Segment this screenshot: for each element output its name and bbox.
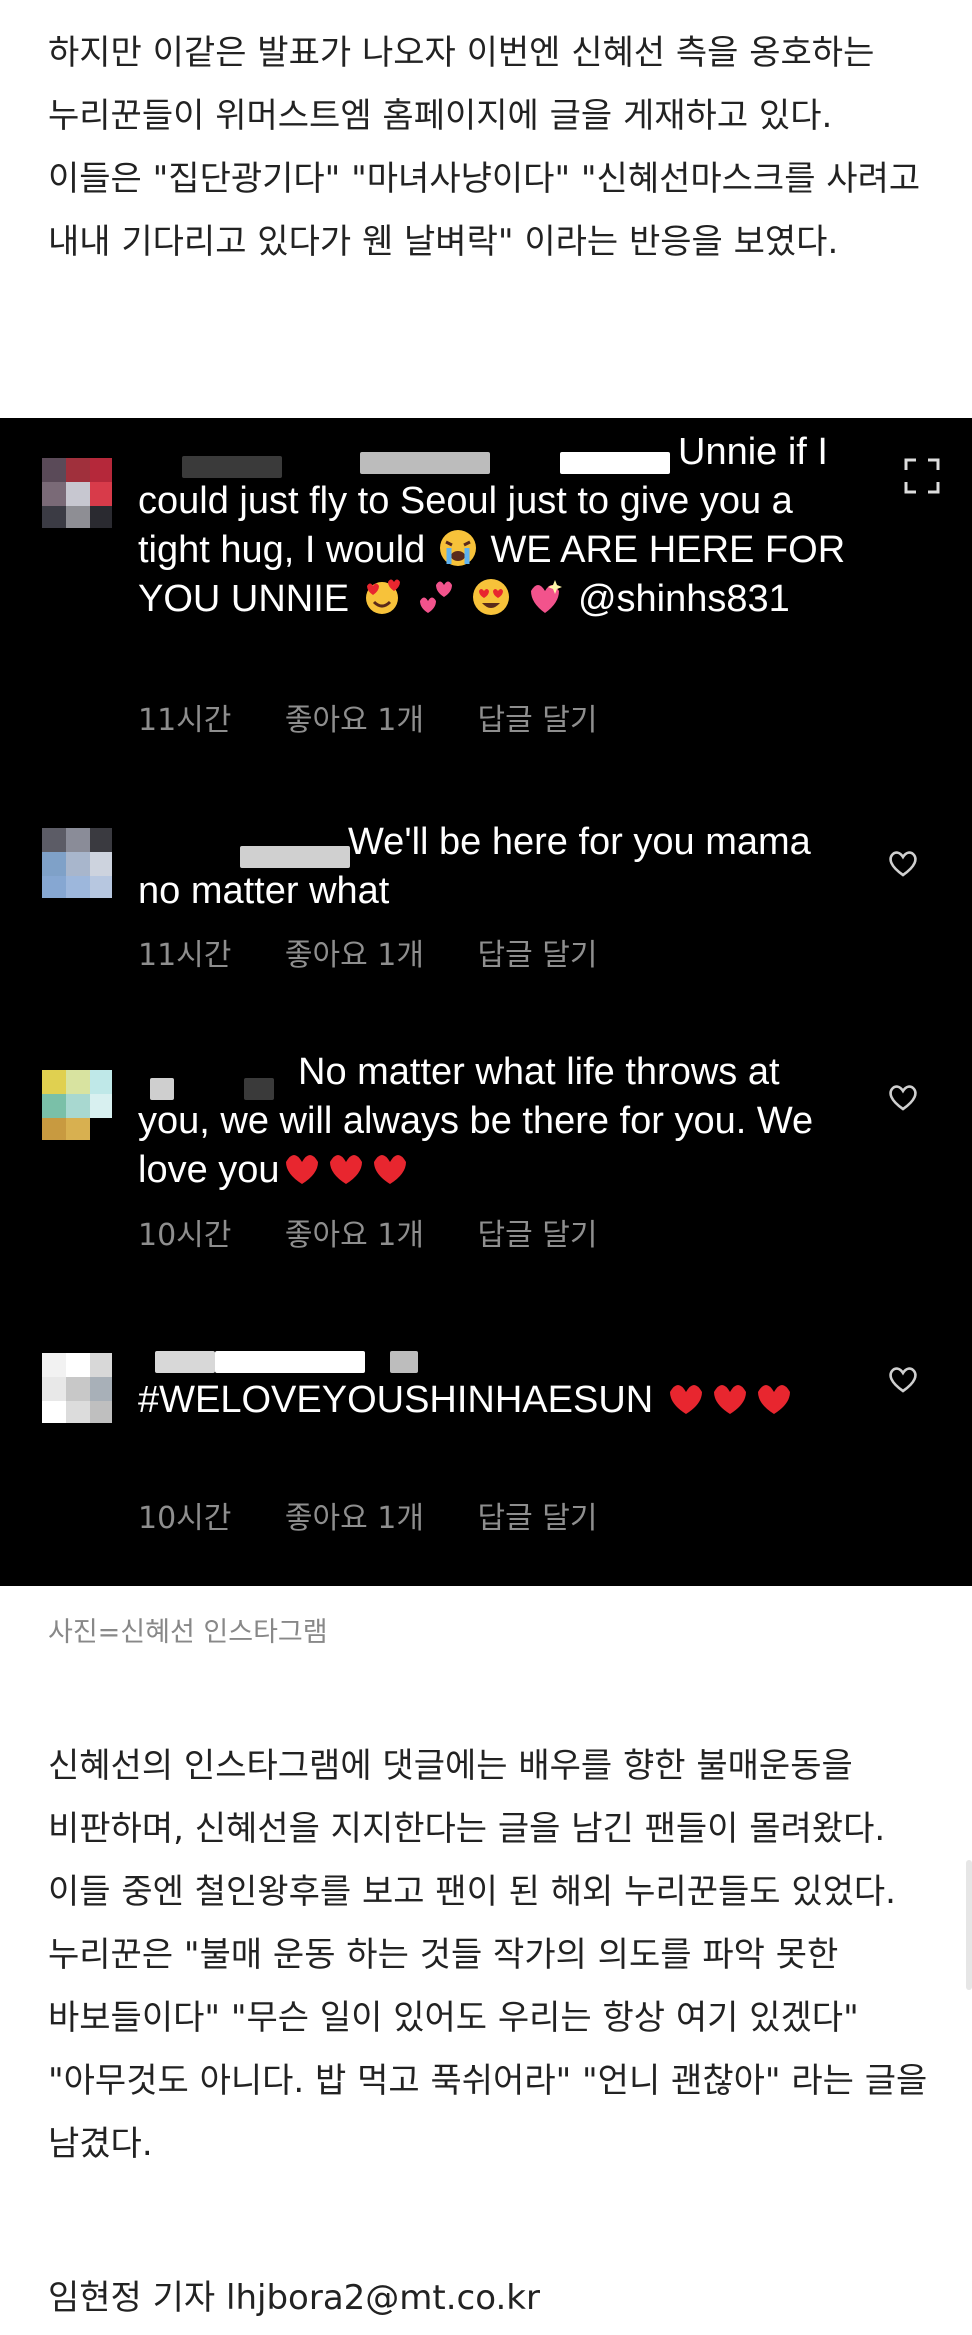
blurred-username bbox=[155, 1351, 215, 1373]
heart-eyes-emoji bbox=[472, 579, 509, 615]
sparkling-heart-emoji bbox=[531, 580, 563, 613]
article-intro-paragraph: 하지만 이같은 발표가 나오자 이번엔 신혜선 측을 옹호하는 누리꾼들이 위머… bbox=[48, 33, 921, 262]
reply-button[interactable]: 답글 달기 bbox=[478, 1501, 598, 1536]
avatar[interactable] bbox=[42, 828, 112, 898]
comment-meta: 11시간 좋아요 1개 답글 달기 bbox=[138, 930, 641, 974]
reply-button[interactable]: 답글 달기 bbox=[478, 938, 598, 973]
avatar[interactable] bbox=[42, 458, 112, 528]
instagram-comments-screenshot: Unnie if I could just fly to Seoul just … bbox=[0, 418, 972, 1586]
expand-icon[interactable] bbox=[902, 456, 942, 496]
comment-lead-text: No matter what life throws bbox=[298, 1051, 738, 1093]
comment-text: #WELOVEYOUSHINHAESUN bbox=[138, 1376, 858, 1425]
red-heart-emoji bbox=[757, 1385, 790, 1414]
red-heart-emoji bbox=[285, 1155, 318, 1184]
comment-time: 10시간 bbox=[138, 1218, 232, 1253]
avatar[interactable] bbox=[42, 1070, 112, 1140]
mention-link[interactable]: @shinhs831 bbox=[578, 578, 790, 620]
comment-time: 10시간 bbox=[138, 1501, 232, 1536]
comment-text: Unnie if I could just fly to Seoul just … bbox=[138, 428, 858, 624]
blurred-username bbox=[215, 1351, 365, 1373]
smiling-hearts-emoji bbox=[365, 579, 400, 614]
comment-lead-text: Unnie if bbox=[678, 431, 807, 473]
reply-button[interactable]: 답글 달기 bbox=[478, 703, 598, 738]
comment-meta: 10시간 좋아요 1개 답글 달기 bbox=[138, 1493, 641, 1537]
like-count[interactable]: 좋아요 1개 bbox=[285, 938, 424, 973]
avatar[interactable] bbox=[42, 1353, 112, 1423]
like-count[interactable]: 좋아요 1개 bbox=[285, 1501, 424, 1536]
comment-text: No matter what life throws at you, we wi… bbox=[138, 1048, 858, 1195]
reporter-byline: 임현정 기자 lhjbora2@mt.co.kr bbox=[48, 2278, 540, 2318]
comment-meta: 11시간 좋아요 1개 답글 달기 bbox=[138, 695, 641, 739]
like-count[interactable]: 좋아요 1개 bbox=[285, 1218, 424, 1253]
red-heart-emoji bbox=[329, 1155, 362, 1184]
blurred-username bbox=[390, 1351, 418, 1373]
article-body-paragraph: 신혜선의 인스타그램에 댓글에는 배우를 향한 불매운동을 비판하며, 신혜선을… bbox=[48, 1746, 928, 2164]
comment-time: 11시간 bbox=[138, 703, 232, 738]
heart-outline-icon[interactable] bbox=[886, 1080, 920, 1114]
image-caption: 사진=신혜선 인스타그램 bbox=[48, 1617, 328, 1648]
red-heart-emoji bbox=[713, 1385, 746, 1414]
comment-meta: 10시간 좋아요 1개 답글 달기 bbox=[138, 1210, 641, 1254]
scrollbar[interactable] bbox=[966, 1860, 972, 1990]
comment-text: We'll be here for you mama no matter wha… bbox=[138, 818, 858, 916]
red-heart-emoji bbox=[669, 1385, 702, 1414]
red-heart-emoji bbox=[373, 1155, 406, 1184]
like-count[interactable]: 좋아요 1개 bbox=[285, 703, 424, 738]
heart-outline-icon[interactable] bbox=[886, 846, 920, 880]
two-hearts-emoji bbox=[420, 581, 453, 613]
crying-emoji bbox=[439, 530, 476, 566]
comment-lead-text: We'll be here for you bbox=[348, 821, 695, 863]
comment-lead-text: #WELOVEYOUSHINHAESUN bbox=[138, 1379, 654, 1421]
reply-button[interactable]: 답글 달기 bbox=[478, 1218, 598, 1253]
heart-outline-icon[interactable] bbox=[886, 1362, 920, 1396]
comment-time: 11시간 bbox=[138, 938, 232, 973]
